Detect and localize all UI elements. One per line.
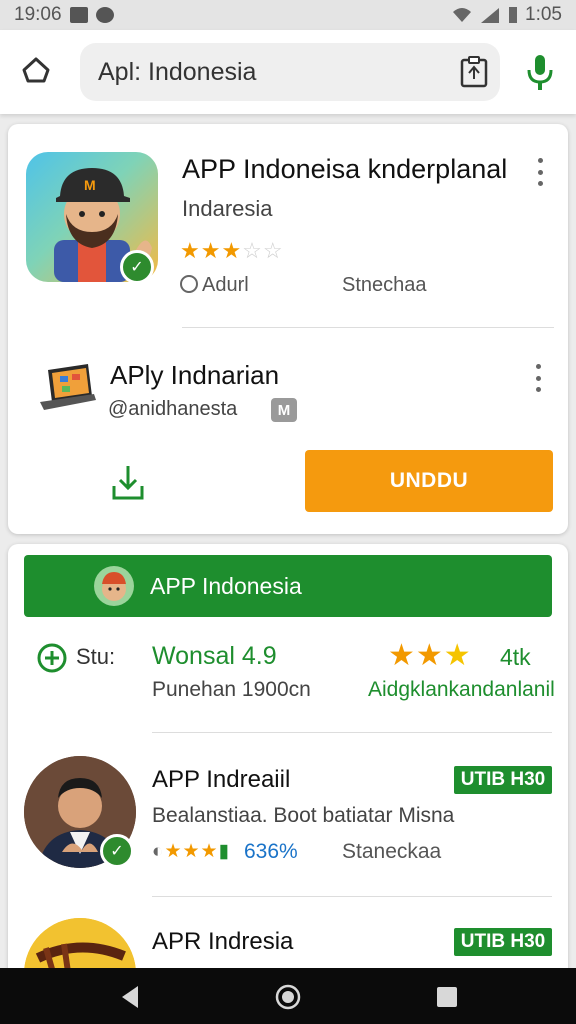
secondary-app-title: APly Indnarian [110,360,280,390]
search-input[interactable]: Apl: Indonesia [80,43,500,101]
clock: 19:06 [14,4,62,25]
featured-meta-left: Adurl [180,274,249,297]
stats-center-label: Wonsal 4.9 [152,642,277,670]
list-item-tag-2[interactable]: UTIB H30 [454,928,552,956]
list-item-title-2: APR Indresia [152,928,294,955]
list-item-title: APP Indreaiil [152,766,291,793]
featured-app-subtitle: Indaresia [182,196,273,221]
verified-badge-icon-2: ✓ [100,834,134,868]
banner-label: APP Indonesia [150,572,302,599]
clipboard-icon[interactable] [458,55,490,89]
media-notification-icon [95,7,114,23]
list-item-tag[interactable]: UTIB H30 [454,766,552,794]
home-nav-icon[interactable] [273,982,303,1012]
download-icon[interactable] [108,462,148,502]
divider [152,896,552,897]
banner-avatar [94,566,134,606]
stats-left-label: Stu: [76,644,116,669]
app-list-card: APP Indonesia Stu: Wonsal 4.9 ★★★ 4tk Pu… [8,544,568,984]
list-item-description: Bealanstiaa. Boot batiatar Misna [152,804,455,827]
character-face-icon [102,572,126,601]
search-query: Apl: Indonesia [98,57,257,86]
install-button[interactable]: UNDDU [305,450,553,512]
status-bar: 19:06 1:05 [0,0,576,30]
add-circle-icon[interactable] [36,642,68,674]
home-icon [22,57,50,83]
recents-icon[interactable] [432,982,462,1012]
category-banner[interactable]: APP Indonesia [24,555,552,617]
stats-line2-left: Punehan 1900cn [152,678,311,701]
more-options-icon-2[interactable] [530,364,546,392]
stats-line2-right: Aidgklankandanlanil [368,678,555,701]
navigation-bar [0,968,576,1024]
search-bar: Apl: Indonesia [0,30,576,114]
mic-icon[interactable] [522,52,558,92]
featured-app-card[interactable]: M ✓ APP Indoneisa knderplanal Indaresia … [8,124,568,534]
featured-meta-left-text: Adurl [202,274,249,296]
laptop-app-icon [40,364,96,410]
featured-meta-right: Stnechaa [342,274,427,296]
list-item-rating: ◐★★★▮ [152,841,231,862]
more-options-icon[interactable] [532,158,548,186]
divider [152,732,552,733]
list-item-meta: Staneckaa [342,840,442,863]
secondary-app-developer: @anidhanesta [108,398,238,420]
divider [182,327,554,328]
clock-secondary: 1:05 [525,4,562,25]
home-button[interactable] [18,52,54,88]
svg-text:M: M [84,177,96,193]
wifi-icon [453,8,472,22]
featured-rating-stars: ★★★☆☆ [180,238,284,263]
info-icon [180,275,198,293]
stats-rating-text: 4tk [500,644,531,670]
verified-badge-icon: ✓ [120,250,154,284]
battery-icon [509,7,518,23]
back-icon[interactable] [116,982,146,1012]
gallery-notification-icon [69,7,88,23]
list-item-percent: 636% [244,840,298,863]
developer-badge: M [271,398,297,422]
stats-rating-stars: ★★★ [388,639,472,672]
signal-icon [481,8,500,23]
featured-app-title: APP Indoneisa knderplanal [182,154,508,184]
